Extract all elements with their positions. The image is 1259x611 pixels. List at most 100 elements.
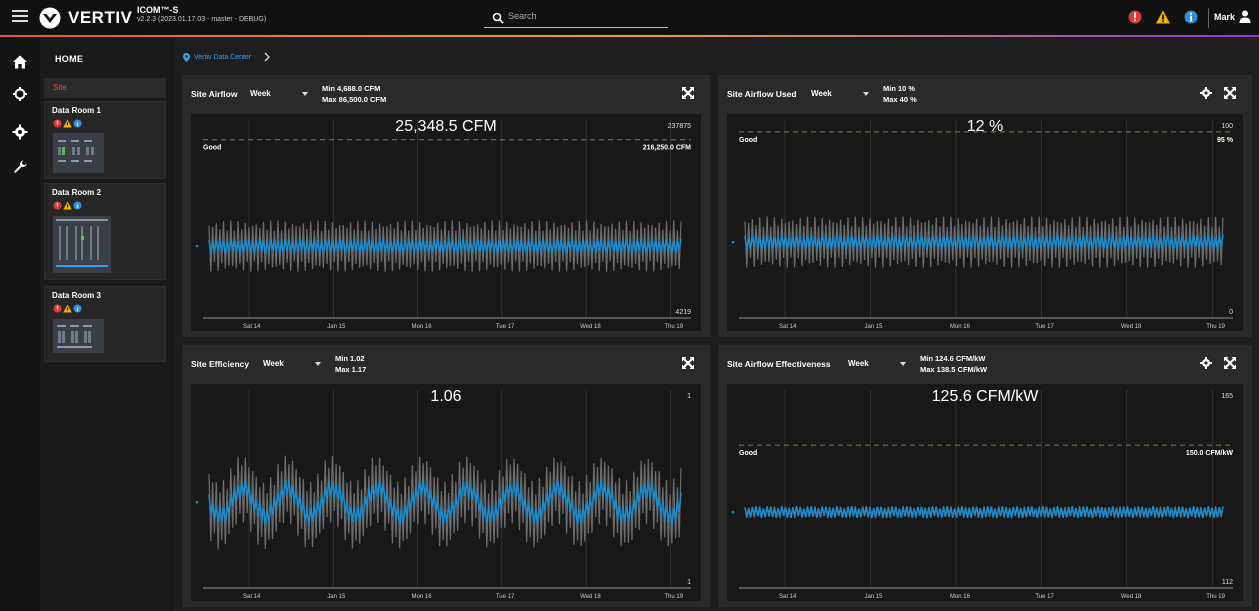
x-tick-label: Sat 14 <box>779 594 797 600</box>
series-start-marker <box>195 244 199 248</box>
y-axis-max-label: 237875 <box>668 123 691 130</box>
vertiv-logo: VERTIV <box>38 7 132 29</box>
chart-panel: Site Airflow Used Week Min 10 % Max 40 % Sat… <box>718 75 1252 337</box>
good-value: 95 % <box>1217 137 1234 144</box>
hamburger-menu-icon[interactable] <box>12 10 28 24</box>
room-title: Data Room 1 <box>52 106 101 115</box>
x-tick-label: Tue 17 <box>496 594 515 600</box>
sidebar-item-site[interactable]: Site <box>44 78 166 98</box>
current-value: 12 % <box>967 118 1003 135</box>
series-start-marker <box>195 500 199 504</box>
app-name: ICOM™-S <box>137 5 179 15</box>
x-tick-label: Sat 14 <box>243 594 261 600</box>
x-tick-label: Thu 19 <box>1206 594 1225 600</box>
top-bar: VERTIV ICOM™-S v2.2.3 (2023.01.17.03 - m… <box>0 0 1259 36</box>
room-card-data-room-2[interactable]: Data Room 2 <box>44 183 166 280</box>
room-card-data-room-3[interactable]: Data Room 3 <box>44 286 166 362</box>
y-axis-max-label: 1 <box>687 393 691 400</box>
series-line-average <box>744 506 1224 519</box>
chart-area: Sat 14 Jan 15 Mon 16 Tue 17 Wed 18 Thu 19 Good… <box>727 384 1243 601</box>
current-value: 1.06 <box>430 388 461 405</box>
user-icon <box>1239 10 1251 23</box>
series-start-marker <box>731 510 735 514</box>
critical-alarm-icon <box>53 201 62 210</box>
room-title: Data Room 3 <box>52 291 101 300</box>
room-alerts <box>53 119 82 128</box>
info-icon <box>73 119 82 128</box>
warning-alarm-icon <box>63 201 72 210</box>
expand-icon[interactable] <box>682 87 694 99</box>
alert-indicators <box>1127 9 1199 25</box>
room-alerts <box>53 304 82 313</box>
settings-gear-icon[interactable] <box>1200 357 1212 369</box>
info-icon <box>73 304 82 313</box>
min-value: Min 1.02 <box>335 354 365 363</box>
chevron-down-icon[interactable] <box>315 362 321 366</box>
room-layout-thumbnail <box>53 319 104 353</box>
critical-alarm-icon[interactable] <box>1127 9 1143 25</box>
y-axis-min-label: 0 <box>1229 309 1233 316</box>
info-icon[interactable] <box>1183 9 1199 25</box>
x-tick-label: Thu 19 <box>664 324 683 330</box>
settings-gear-icon[interactable] <box>12 124 28 140</box>
y-axis-max-label: 165 <box>1221 393 1233 400</box>
x-tick-label: Mon 16 <box>950 594 971 600</box>
home-icon[interactable] <box>12 54 28 70</box>
home-heading[interactable]: HOME <box>55 54 83 64</box>
x-tick-label: Tue 17 <box>1035 324 1054 330</box>
room-thumbnail <box>53 133 104 173</box>
x-tick-label: Wed 18 <box>1121 324 1142 330</box>
panel-title: Site Efficiency <box>191 359 250 369</box>
cooling-units-icon[interactable] <box>12 86 28 102</box>
max-value: Max 86,500.0 CFM <box>322 95 387 104</box>
warning-alarm-icon <box>63 119 72 128</box>
x-tick-label: Thu 19 <box>664 594 683 600</box>
min-value: Min 4,688.0 CFM <box>322 84 381 93</box>
min-value: Min 124.6 CFM/kW <box>920 354 986 363</box>
header-accent-line <box>0 35 1259 37</box>
x-tick-label: Sat 14 <box>779 324 797 330</box>
chart-panel: Site Efficiency Week Min 1.02 Max 1.17 Sat 1… <box>182 345 710 607</box>
max-value: Max 1.17 <box>335 365 367 374</box>
user-menu[interactable]: Mark <box>1214 10 1251 23</box>
expand-icon[interactable] <box>1224 87 1236 99</box>
period-select[interactable]: Week <box>811 89 832 98</box>
x-tick-label: Tue 17 <box>496 324 515 330</box>
user-name: Mark <box>1214 11 1236 22</box>
good-label: Good <box>739 137 757 144</box>
expand-icon[interactable] <box>682 357 694 369</box>
info-icon <box>73 201 82 210</box>
wrench-icon[interactable] <box>12 159 28 175</box>
panel-title: Site Airflow Used <box>727 89 797 99</box>
search-icon <box>492 12 504 24</box>
max-value: Max 138.5 CFM/kW <box>920 365 988 374</box>
period-select[interactable]: Week <box>250 89 271 98</box>
chevron-down-icon[interactable] <box>863 92 869 96</box>
x-tick-label: Mon 16 <box>412 594 433 600</box>
x-tick-label: Jan 15 <box>327 324 346 330</box>
settings-gear-icon[interactable] <box>1200 87 1212 99</box>
current-value: 125.6 CFM/kW <box>932 388 1040 405</box>
critical-alarm-icon <box>53 304 62 313</box>
breadcrumb-link[interactable]: Vertiv Data Center <box>194 54 251 61</box>
y-axis-min-label: 4219 <box>675 309 691 316</box>
chart-svg: Sat 14 Jan 15 Mon 16 Tue 17 Wed 18 Thu 19 1.06… <box>195 388 691 600</box>
series-start-marker <box>731 240 735 244</box>
period-select[interactable]: Week <box>263 359 284 368</box>
chevron-down-icon[interactable] <box>900 362 906 366</box>
chevron-down-icon[interactable] <box>302 92 308 96</box>
room-thumbnail <box>53 319 104 353</box>
room-card-data-room-1[interactable]: Data Room 1 <box>44 101 166 179</box>
room-layout-thumbnail <box>53 216 111 273</box>
warning-alarm-icon <box>63 304 72 313</box>
panel-title: Site Airflow <box>191 89 238 99</box>
period-select[interactable]: Week <box>848 359 869 368</box>
app-version: v2.2.3 (2023.01.17.03 - master - DEBUG) <box>137 16 267 23</box>
vertiv-logo-mark-icon <box>39 7 61 29</box>
expand-icon[interactable] <box>1224 357 1236 369</box>
chevron-right-icon <box>264 52 271 62</box>
search-input[interactable]: Search <box>484 8 668 28</box>
room-alerts <box>53 201 82 210</box>
warning-alarm-icon[interactable] <box>1155 9 1171 25</box>
location-pin-icon <box>183 52 190 62</box>
